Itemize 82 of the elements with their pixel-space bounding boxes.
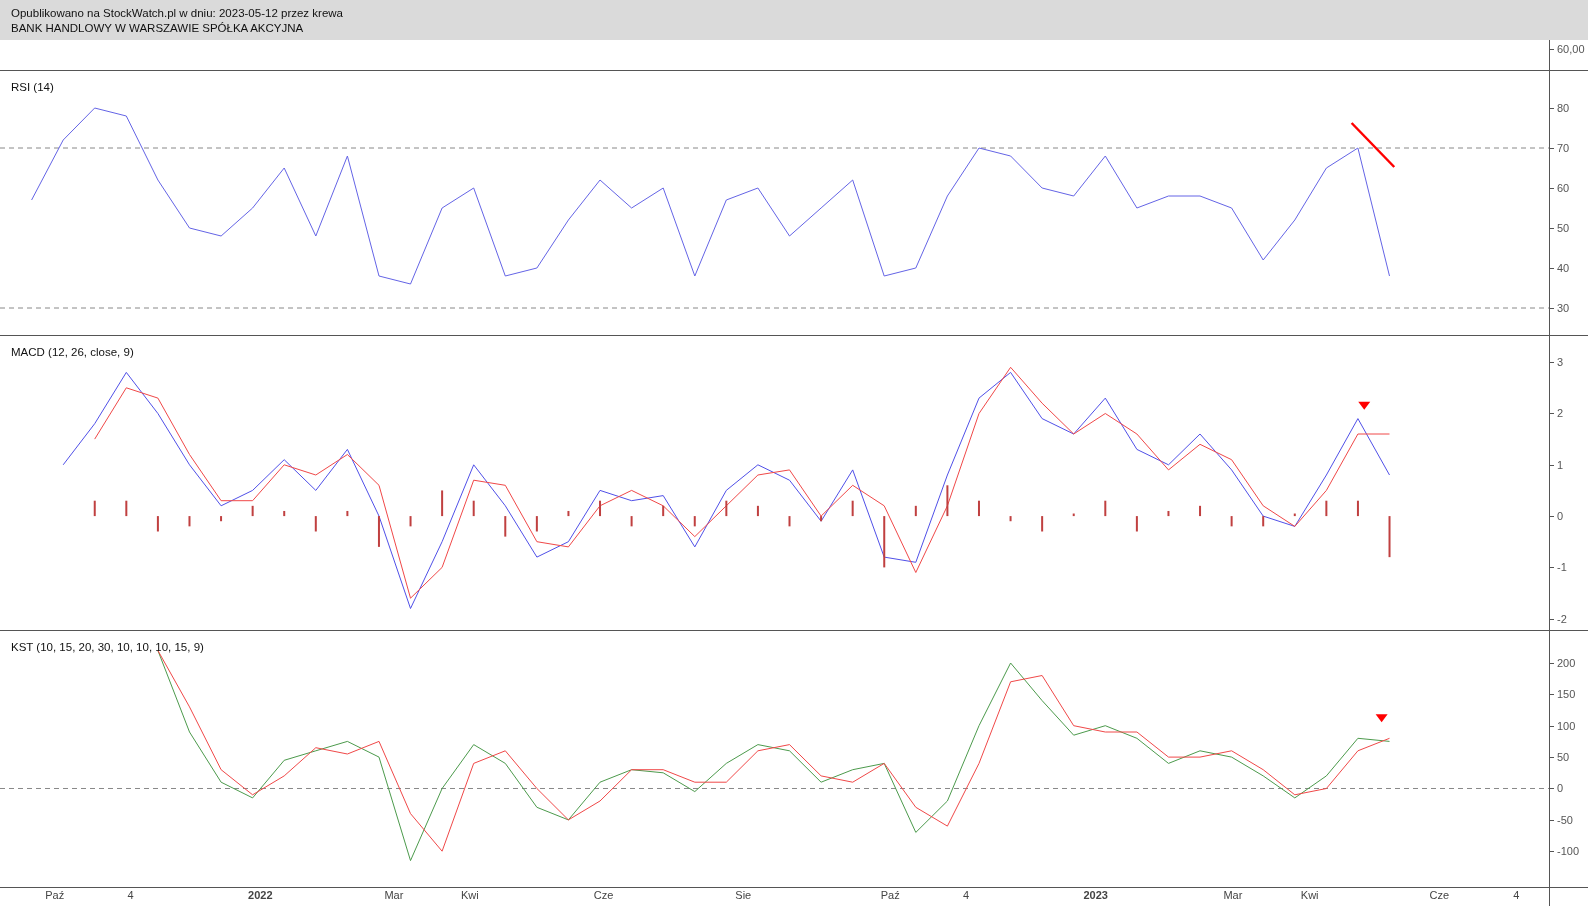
histogram-bar — [1135, 516, 1138, 532]
histogram-bar — [630, 516, 633, 527]
axis-label: 50 — [1556, 751, 1570, 764]
histogram-bar — [93, 500, 96, 517]
histogram-bar — [251, 505, 254, 517]
axis-label: 0 — [1556, 510, 1564, 523]
axis-label: 40 — [1556, 262, 1570, 274]
histogram-bar — [946, 485, 949, 517]
histogram-bar — [1104, 500, 1107, 517]
axis-label: Cze — [593, 889, 614, 901]
histogram-bar — [504, 516, 507, 537]
axis-label: 0 — [1556, 782, 1564, 795]
axis-label: 2 — [1556, 407, 1564, 420]
axis-label: 70 — [1556, 142, 1570, 154]
histogram-bar — [1356, 500, 1359, 517]
axis-label: 60,00 — [1556, 43, 1585, 55]
axis-label: 200 — [1556, 657, 1576, 669]
histogram-bar — [441, 490, 444, 517]
axis-label: 30 — [1556, 302, 1570, 314]
axis-label: Kwi — [1300, 889, 1319, 901]
axis-label: 100 — [1556, 719, 1576, 732]
triangle-marker — [1375, 714, 1388, 723]
histogram-bar — [788, 516, 791, 527]
axis-label: Paź — [45, 889, 65, 901]
histogram-bar — [1230, 516, 1233, 527]
axis-label: 3 — [1556, 356, 1564, 369]
axis-label: Paź — [880, 889, 900, 901]
axis-label: 2022 — [248, 889, 273, 901]
axis-label: 2023 — [1083, 889, 1108, 901]
panel-title: RSI (14) — [11, 81, 54, 93]
histogram-bar — [1009, 516, 1012, 522]
histogram-bar — [1199, 505, 1202, 517]
histogram-bar — [283, 510, 286, 517]
axis-label: 150 — [1556, 688, 1576, 701]
triangle-marker — [1358, 401, 1371, 410]
axis-label: 80 — [1556, 102, 1570, 114]
histogram-bar — [125, 500, 128, 517]
histogram-bar — [188, 516, 191, 527]
axis-label: Sie — [735, 889, 752, 901]
axis-label: Cze — [1429, 889, 1450, 901]
histogram-bar — [314, 516, 317, 532]
histogram-bar — [1167, 510, 1170, 517]
instrument-name: BANK HANDLOWY W WARSZAWIE SPÓŁKA AKCYJNA — [11, 20, 305, 35]
axis-label: 4 — [963, 889, 970, 901]
panel-title: KST (10, 15, 20, 30, 10, 10, 10, 15, 9) — [11, 641, 204, 653]
histogram-bar — [820, 516, 823, 522]
axis-label: 60 — [1556, 182, 1570, 194]
histogram-bar — [377, 516, 380, 547]
histogram-bar — [914, 505, 917, 517]
histogram-bar — [346, 510, 349, 517]
histogram-bar — [883, 516, 886, 568]
axis-label: -50 — [1556, 813, 1573, 826]
histogram-bar — [1325, 500, 1328, 517]
histogram-bar — [567, 510, 570, 517]
histogram-bar — [725, 500, 728, 517]
axis-label: 50 — [1556, 222, 1570, 234]
histogram-bar — [535, 516, 538, 532]
histogram-bar — [662, 505, 665, 517]
axis-label: 1 — [1556, 458, 1564, 471]
histogram-bar — [1262, 516, 1265, 527]
histogram-bar — [156, 516, 159, 532]
trend-line — [1350, 122, 1396, 168]
panel-title: MACD (12, 26, close, 9) — [11, 346, 134, 358]
histogram-bar — [409, 516, 412, 527]
histogram-bar — [693, 516, 696, 527]
histogram-bar — [1041, 516, 1044, 532]
axis-label: Mar — [384, 889, 404, 901]
histogram-bar — [851, 500, 854, 517]
publication-info: Opublikowano na StockWatch.pl w dniu: 2023-05-12 przez krewa — [11, 5, 344, 20]
axis-label: 4 — [1513, 889, 1520, 901]
histogram-bar — [756, 505, 759, 517]
histogram-bar — [1072, 513, 1075, 517]
axis-label: -100 — [1556, 845, 1580, 858]
axis-label: Kwi — [461, 889, 479, 901]
histogram-bar — [472, 500, 475, 517]
axis-label: 4 — [127, 889, 134, 901]
histogram-bar — [1388, 516, 1391, 558]
axis-label: -1 — [1556, 561, 1567, 574]
histogram-bar — [220, 516, 223, 522]
axis-label: -2 — [1556, 612, 1567, 625]
histogram-bar — [1293, 513, 1296, 517]
axis-label: Mar — [1223, 889, 1243, 901]
